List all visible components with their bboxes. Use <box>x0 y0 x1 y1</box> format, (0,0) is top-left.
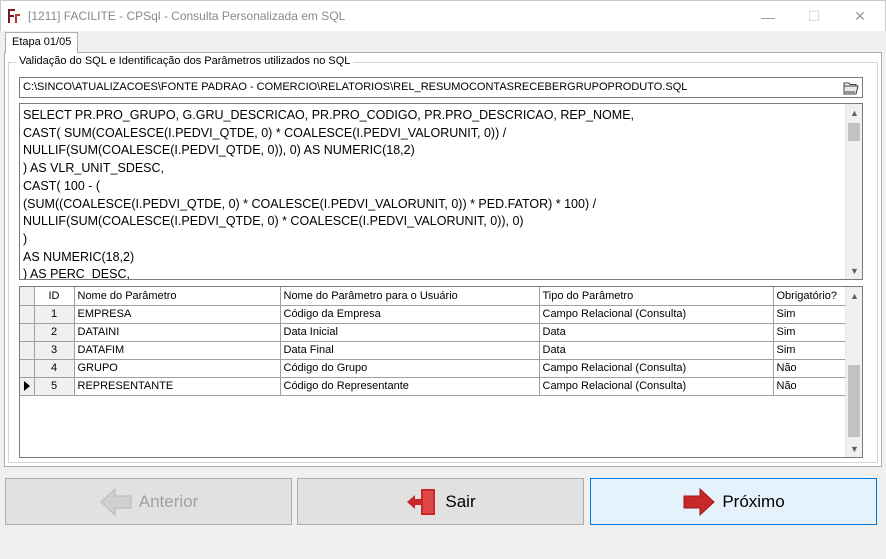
cell-required[interactable]: Sim <box>773 341 846 360</box>
group-label: Validação do SQL e Identificação dos Par… <box>16 55 354 67</box>
row-indicator[interactable] <box>20 377 35 396</box>
table-row[interactable]: 3 DATAFIM Data Final Data Sim <box>20 341 846 360</box>
row-indicator[interactable] <box>20 359 35 378</box>
scroll-up-icon[interactable]: ▲ <box>846 287 862 304</box>
sql-file-path-field[interactable]: C:\SINCO\ATUALIZACOES\FONTE PADRAO - COM… <box>19 77 863 98</box>
cell-type[interactable]: Data <box>539 341 774 360</box>
sql-text[interactable]: SELECT PR.PRO_GRUPO, G.GRU_DESCRICAO, PR… <box>23 107 843 279</box>
app-logo-icon <box>8 9 20 23</box>
sql-editor[interactable]: SELECT PR.PRO_GRUPO, G.GRU_DESCRICAO, PR… <box>19 103 863 280</box>
scroll-up-icon[interactable]: ▲ <box>846 104 862 121</box>
current-row-pointer-icon <box>24 381 30 391</box>
cell-type[interactable]: Data <box>539 323 774 342</box>
row-indicator[interactable] <box>20 341 35 360</box>
window-title: [1211] FACILITE - CPSql - Consulta Perso… <box>28 9 346 23</box>
column-header-user-name[interactable]: Nome do Parâmetro para o Usuário <box>280 287 540 306</box>
cell-name[interactable]: GRUPO <box>74 359 281 378</box>
cell-user-name[interactable]: Data Inicial <box>280 323 540 342</box>
next-button[interactable]: Próximo <box>590 478 877 525</box>
grid-indicator-header <box>20 287 35 306</box>
cell-required[interactable]: Não <box>773 359 846 378</box>
maximize-button[interactable]: ☐ <box>791 1 837 32</box>
close-button[interactable]: ✕ <box>837 1 883 32</box>
table-row[interactable]: 4 GRUPO Código do Grupo Campo Relacional… <box>20 359 846 378</box>
row-indicator[interactable] <box>20 305 35 324</box>
minimize-icon: — <box>761 8 775 25</box>
next-button-label: Próximo <box>722 491 785 511</box>
column-header-type[interactable]: Tipo do Parâmetro <box>539 287 774 306</box>
cell-name[interactable]: REPRESENTANTE <box>74 377 281 396</box>
cell-required[interactable]: Sim <box>773 305 846 324</box>
arrow-right-icon <box>683 487 716 516</box>
cell-user-name[interactable]: Código do Representante <box>280 377 540 396</box>
open-file-button[interactable] <box>840 79 861 96</box>
cell-name[interactable]: DATAINI <box>74 323 281 342</box>
cell-id[interactable]: 2 <box>34 323 75 342</box>
cell-name[interactable]: DATAFIM <box>74 341 281 360</box>
scroll-down-icon[interactable]: ▼ <box>846 440 862 457</box>
close-icon: ✕ <box>854 8 866 24</box>
sql-scrollbar[interactable]: ▲ ▼ <box>845 104 862 279</box>
cell-user-name[interactable]: Código do Grupo <box>280 359 540 378</box>
exit-button-label: Sair <box>445 491 476 511</box>
cell-user-name[interactable]: Código da Empresa <box>280 305 540 324</box>
column-header-required[interactable]: Obrigatório? <box>773 287 846 306</box>
table-row[interactable]: 5 REPRESENTANTE Código do Representante … <box>20 377 846 396</box>
column-header-name[interactable]: Nome do Parâmetro <box>74 287 281 306</box>
tab-etapa[interactable]: Etapa 01/05 <box>5 32 78 53</box>
exit-door-icon <box>407 488 436 515</box>
cell-id[interactable]: 3 <box>34 341 75 360</box>
cell-type[interactable]: Campo Relacional (Consulta) <box>539 359 774 378</box>
grid-header-row: ID Nome do Parâmetro Nome do Parâmetro p… <box>20 287 846 306</box>
table-row[interactable]: 2 DATAINI Data Inicial Data Sim <box>20 323 846 342</box>
maximize-icon: ☐ <box>807 8 821 24</box>
cell-name[interactable]: EMPRESA <box>74 305 281 324</box>
minimize-button[interactable]: — <box>745 1 791 32</box>
previous-button-label: Anterior <box>138 491 199 511</box>
scroll-down-icon[interactable]: ▼ <box>846 262 862 279</box>
parameters-grid[interactable]: ID Nome do Parâmetro Nome do Parâmetro p… <box>19 286 863 458</box>
folder-open-icon <box>843 82 859 94</box>
previous-button[interactable]: Anterior <box>5 478 292 525</box>
column-header-id[interactable]: ID <box>34 287 75 306</box>
parameters-table: ID Nome do Parâmetro Nome do Parâmetro p… <box>20 287 846 396</box>
table-row[interactable]: 1 EMPRESA Código da Empresa Campo Relaci… <box>20 305 846 324</box>
cell-required[interactable]: Não <box>773 377 846 396</box>
cell-type[interactable]: Campo Relacional (Consulta) <box>539 377 774 396</box>
title-bar: [1211] FACILITE - CPSql - Consulta Perso… <box>0 0 886 31</box>
scroll-thumb[interactable] <box>848 123 860 141</box>
row-indicator[interactable] <box>20 323 35 342</box>
scroll-thumb[interactable] <box>848 365 860 437</box>
exit-button[interactable]: Sair <box>297 478 584 525</box>
cell-id[interactable]: 4 <box>34 359 75 378</box>
cell-id[interactable]: 1 <box>34 305 75 324</box>
cell-id[interactable]: 5 <box>34 377 75 396</box>
cell-user-name[interactable]: Data Final <box>280 341 540 360</box>
cell-required[interactable]: Sim <box>773 323 846 342</box>
grid-scrollbar[interactable]: ▲ ▼ <box>845 287 862 457</box>
arrow-left-icon <box>99 487 132 516</box>
cell-type[interactable]: Campo Relacional (Consulta) <box>539 305 774 324</box>
